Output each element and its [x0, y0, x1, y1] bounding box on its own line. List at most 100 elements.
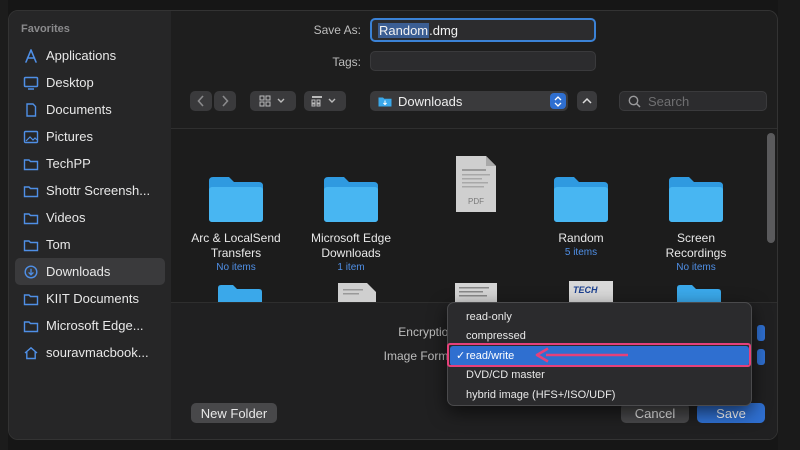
sidebar-item-label: Tom — [46, 237, 71, 252]
home-icon — [23, 346, 39, 360]
chevron-right-icon — [222, 95, 229, 107]
search-placeholder: Search — [648, 93, 690, 109]
menu-item-dvd-cd-master[interactable]: DVD/CD master — [448, 366, 751, 386]
menu-item-label: compressed — [466, 330, 526, 343]
document-thumbnail-icon[interactable] — [454, 281, 498, 303]
sidebar-item-label: Pictures — [46, 129, 93, 144]
folder-icon — [23, 157, 39, 171]
sidebar-item-label: KIIT Documents — [46, 291, 139, 306]
file-item-count: No items — [676, 262, 716, 273]
folder-icon — [209, 177, 263, 222]
menu-item-hybrid-image[interactable]: hybrid image (HFS+/ISO/UDF) — [448, 385, 751, 405]
downloads-folder-icon — [378, 97, 392, 106]
file-item-count: 5 items — [564, 247, 598, 258]
folder-icon — [23, 292, 39, 306]
document-thumbnail-icon[interactable] — [337, 281, 377, 303]
menu-item-read-only[interactable]: read-only — [448, 307, 751, 327]
file-name: Screen Recordings — [665, 231, 727, 260]
background-window-edge-right — [778, 0, 800, 450]
cancel-button[interactable]: Cancel — [621, 403, 689, 423]
sidebar-item-microsoft-edge[interactable]: Microsoft Edge... — [15, 312, 165, 339]
back-button[interactable] — [190, 91, 212, 111]
file-item-random[interactable]: Random 5 items — [521, 159, 641, 258]
menu-item-label: DVD/CD master — [466, 369, 545, 382]
filename-extension: .dmg — [429, 22, 459, 38]
sidebar-item-downloads[interactable]: Downloads — [15, 258, 165, 285]
folder-icon — [23, 238, 39, 252]
sidebar-item-kiit[interactable]: KIIT Documents — [15, 285, 165, 312]
pdf-badge: PDF — [468, 197, 484, 206]
up-down-chevron-icon — [550, 93, 566, 109]
new-folder-button[interactable]: New Folder — [191, 403, 277, 423]
sidebar-item-label: Videos — [46, 210, 86, 225]
sidebar-item-label: Applications — [46, 48, 117, 63]
folder-icon — [669, 177, 723, 222]
sidebar-item-documents[interactable]: Documents — [15, 96, 165, 123]
image-format-label: Image Forma — [383, 349, 455, 363]
file-item-pdf[interactable]: PDF — [416, 155, 536, 213]
save-as-label: Save As: — [313, 23, 361, 37]
file-item-arc-localsend[interactable]: Arc & LocalSend Transfers No items — [176, 159, 296, 273]
location-popup[interactable]: Downloads — [370, 91, 568, 111]
sidebar-item-shottr[interactable]: Shottr Screensh... — [15, 177, 165, 204]
document-icon — [23, 102, 39, 117]
grid-icon — [259, 95, 285, 107]
group-grid-icon — [311, 96, 336, 107]
icon-view-button[interactable] — [250, 91, 296, 111]
encryption-popup-edge[interactable] — [757, 325, 765, 341]
folder-icon — [554, 177, 608, 222]
collapse-button[interactable] — [577, 91, 597, 111]
folder-icon — [324, 177, 378, 222]
folder-icon[interactable] — [217, 283, 263, 303]
desktop-icon — [23, 76, 39, 90]
folder-icon — [23, 211, 39, 225]
image-format-popup-edge[interactable] — [757, 349, 765, 365]
sidebar-item-tom[interactable]: Tom — [15, 231, 165, 258]
menu-item-label: read-only — [466, 310, 512, 323]
tags-label: Tags: — [332, 55, 361, 69]
file-item-count: No items — [216, 262, 256, 273]
file-name: Random — [558, 231, 604, 245]
file-name: Arc & LocalSend Transfers — [191, 231, 281, 260]
location-label: Downloads — [398, 93, 463, 109]
sidebar-item-applications[interactable]: Applications — [15, 42, 165, 69]
sidebar-item-label: souravmacbook... — [46, 345, 149, 360]
search-field[interactable]: Search — [619, 91, 767, 111]
thumbnail-badge: TECH — [573, 285, 598, 295]
sidebar-heading: Favorites — [21, 23, 70, 35]
sidebar: Favorites Applications Desktop Documents… — [9, 11, 171, 439]
file-name: Microsoft Edge Downloads — [310, 231, 392, 260]
chevron-left-icon — [197, 95, 204, 107]
file-item-screen-recordings[interactable]: Screen Recordings No items — [636, 159, 756, 273]
vertical-scrollbar[interactable] — [767, 133, 775, 243]
chevron-up-icon — [582, 97, 592, 104]
folder-icon — [23, 184, 39, 198]
background-window-edge — [0, 0, 8, 450]
file-item-microsoft-edge-downloads[interactable]: Microsoft Edge Downloads 1 item — [291, 159, 411, 273]
folder-icon[interactable] — [676, 283, 722, 303]
sidebar-item-label: Downloads — [46, 264, 111, 279]
sidebar-item-pictures[interactable]: Pictures — [15, 123, 165, 150]
sidebar-item-videos[interactable]: Videos — [15, 204, 165, 231]
applications-icon — [23, 48, 39, 63]
sidebar-item-label: Shottr Screensh... — [46, 183, 151, 198]
menu-item-label: hybrid image (HFS+/ISO/UDF) — [466, 388, 616, 401]
group-view-button[interactable] — [304, 91, 346, 111]
filename-selected-text: Random — [378, 22, 430, 38]
sidebar-item-label: Desktop — [46, 75, 94, 90]
sidebar-item-home[interactable]: souravmacbook... — [15, 339, 165, 366]
save-as-input[interactable]: Random .dmg — [370, 18, 596, 42]
downloads-icon — [23, 264, 39, 279]
encryption-label: Encryption — [398, 325, 455, 339]
pictures-icon — [23, 130, 39, 144]
sidebar-item-desktop[interactable]: Desktop — [15, 69, 165, 96]
search-icon — [628, 95, 641, 108]
sidebar-item-label: TechPP — [46, 156, 91, 171]
tags-input[interactable] — [370, 51, 596, 71]
save-button[interactable]: Save — [697, 403, 765, 423]
annotation-arrow-icon — [535, 347, 628, 363]
sidebar-item-label: Documents — [46, 102, 112, 117]
forward-button[interactable] — [214, 91, 236, 111]
image-thumbnail[interactable]: TECH — [569, 281, 613, 303]
sidebar-item-techpp[interactable]: TechPP — [15, 150, 165, 177]
